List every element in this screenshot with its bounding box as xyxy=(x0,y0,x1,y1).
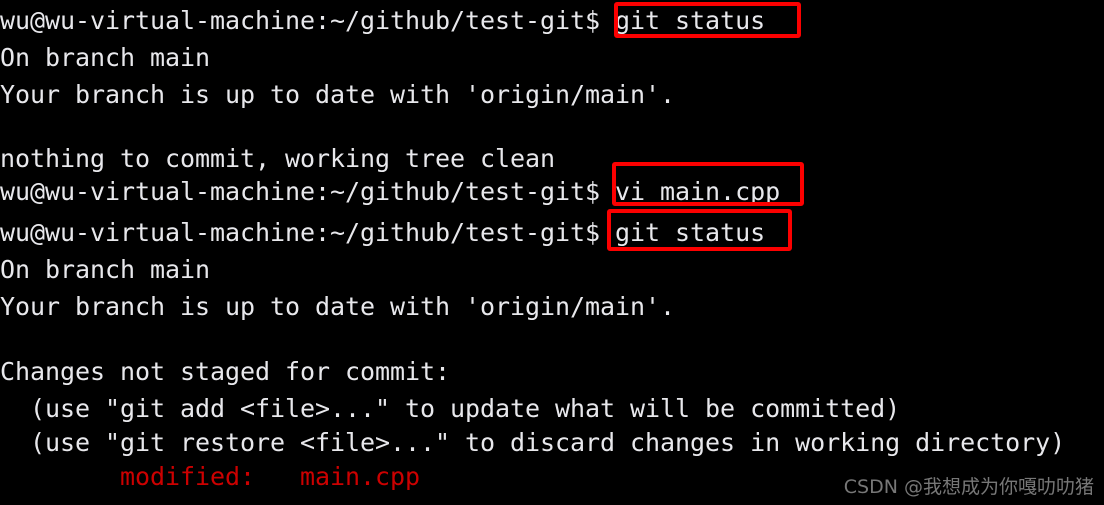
terminal-line: On branch main xyxy=(0,255,211,284)
terminal-window[interactable]: wu@wu-virtual-machine:~/github/test-git$… xyxy=(0,0,1104,505)
watermark: CSDN @我想成为你嘎叻叻猪 xyxy=(843,476,1094,498)
terminal-line: wu@wu-virtual-machine:~/github/test-git$… xyxy=(0,6,766,35)
terminal-line: Changes not staged for commit: xyxy=(0,357,451,386)
terminal-line: (use "git restore <file>..." to discard … xyxy=(0,428,1066,457)
terminal-line: wu@wu-virtual-machine:~/github/test-git$… xyxy=(0,218,766,247)
terminal-line: On branch main xyxy=(0,43,211,72)
terminal-line-modified: modified: main.cpp xyxy=(0,462,421,491)
terminal-line: Your branch is up to date with 'origin/m… xyxy=(0,80,676,109)
terminal-line: nothing to commit, working tree clean xyxy=(0,144,556,173)
terminal-line: wu@wu-virtual-machine:~/github/test-git$… xyxy=(0,177,781,206)
terminal-line: (use "git add <file>..." to update what … xyxy=(0,394,901,423)
terminal-line: Your branch is up to date with 'origin/m… xyxy=(0,292,676,321)
